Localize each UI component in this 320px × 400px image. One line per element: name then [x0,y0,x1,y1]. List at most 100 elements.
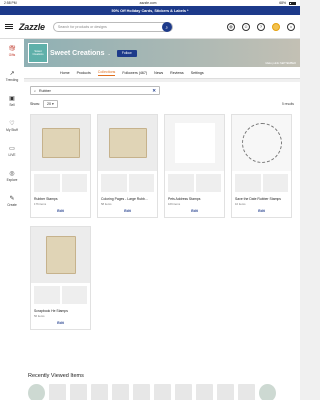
edit-link[interactable]: Edit [98,207,157,217]
recent-item[interactable] [49,384,66,400]
recent-item[interactable] [112,384,129,400]
recent-item[interactable] [196,384,213,400]
avatar[interactable] [272,22,280,31]
collection-cover[interactable] [31,227,90,283]
thumb-image [168,174,194,192]
show-label: Show: [30,102,40,106]
store-logo[interactable]: Sweet Creations [28,43,48,63]
sell-icon: ▣ [9,95,15,102]
thumb-image [101,174,127,192]
left-sidebar: 🎁︎ Gifts ↗ Trending ▣ Sell ♡ My Stuff ▭ … [0,39,24,400]
recent-item[interactable] [91,384,108,400]
my-stuff-icon: ♡ [9,120,15,127]
collection-thumbs [165,171,224,195]
recent-item[interactable] [70,384,87,400]
sidebar-item-live[interactable]: ▭ LIVE [0,139,24,164]
menu-icon[interactable] [5,23,13,30]
recent-item[interactable] [175,384,192,400]
search-icon: ⌕ [34,88,37,93]
collection-card[interactable]: Save the Date Rubber Stamps 10 items Edi… [231,114,292,218]
collection-cover[interactable] [165,115,224,171]
account-icon[interactable]: ☺ [242,22,250,31]
live-icon: ▭ [9,145,15,152]
tab-settings[interactable]: Settings [191,71,204,75]
thumb-image [262,174,288,192]
status-right: 68% [279,1,296,5]
tab-products[interactable]: Products [77,71,91,75]
chevron-down-icon[interactable]: ⌄ [107,51,110,56]
recent-item[interactable] [154,384,171,400]
collection-card[interactable]: Scrapbook He Stamps 56 items Edit [30,226,91,330]
sidebar-item-label: Create [7,203,17,208]
search-input[interactable]: Search for products or designs ⌕ [52,21,173,32]
main-area: Sweet Creations Sweet Creations ⌄ Follow… [24,39,300,400]
collection-card[interactable]: Rubber Stamps 176 items Edit [30,114,91,218]
rubber-stamp-image [45,236,76,274]
collection-card[interactable]: Coloring Pages - Large Rubb... 58 items … [97,114,158,218]
collection-cover[interactable] [31,115,90,171]
thumb-image [128,174,154,192]
tab-news[interactable]: News [154,71,163,75]
results-count: 5 results [281,102,294,106]
edit-link[interactable]: Edit [232,207,291,217]
collection-cover[interactable] [232,115,291,171]
edit-link[interactable]: Edit [31,319,90,329]
thumb-image [195,174,221,192]
sidebar-item-create[interactable]: ✎ Create [0,189,24,214]
search-icon[interactable]: ⌕ [161,22,172,32]
help-icon[interactable]: ? [257,22,265,31]
sidebar-item-gifts[interactable]: 🎁︎ Gifts [0,39,24,64]
edit-link[interactable]: Edit [31,207,90,217]
thumb-image [61,286,87,304]
collection-thumbs [232,171,291,195]
sidebar-item-my-stuff[interactable]: ♡ My Stuff [0,114,24,139]
trending-icon: ↗ [9,70,15,77]
collection-card[interactable]: Pets Address Stamps 169 items Edit [164,114,225,218]
store-tabs: Home Products Collections Followers (467… [24,67,300,79]
address-stamp-print [174,123,215,163]
clear-icon[interactable]: ✕ [152,88,156,94]
follow-button[interactable]: Follow [116,49,137,57]
tab-home[interactable]: Home [60,71,70,75]
recently-viewed-row [28,384,300,400]
globe-icon[interactable]: ◍ [227,22,235,31]
collections-grid: Rubber Stamps 176 items Edit Coloring Pa… [30,114,294,330]
rubber-stamp-image [108,128,147,158]
battery-icon [289,1,296,5]
collection-filter-input[interactable]: ⌕ Rubber ✕ [30,86,160,95]
thumb-image [235,174,261,192]
sidebar-item-explore[interactable]: ◎ Explore [0,164,24,189]
recent-item[interactable] [28,384,45,400]
tab-followers[interactable]: Followers (467) [122,71,147,75]
recent-item[interactable] [133,384,150,400]
site-header: Zazzle Search for products or designs ⌕ … [0,15,300,39]
thumb-image [34,174,60,192]
gift-icon: 🎁︎ [8,45,16,52]
sidebar-item-sell[interactable]: ▣ Sell [0,89,24,114]
recent-item[interactable] [238,384,255,400]
sidebar-item-label: Trending [5,78,19,83]
page-size-select[interactable]: 20 ▾ [43,100,58,108]
header-icons: ◍ ☺ ? ⌂ [227,22,295,31]
zazzle-logo[interactable]: Zazzle [19,22,45,32]
store-banner: Sweet Creations Sweet Creations ⌄ Follow… [24,39,300,67]
create-icon: ✎ [9,195,15,202]
edit-link[interactable]: Edit [165,207,224,217]
sidebar-item-label: Sell [9,103,15,108]
sidebar-item-label: Gifts [8,53,16,58]
sidebar-item-trending[interactable]: ↗ Trending [0,64,24,89]
store-name[interactable]: Sweet Creations [50,50,104,57]
recent-item[interactable] [217,384,234,400]
recent-item[interactable] [259,384,276,400]
sidebar-item-label: Explore [6,178,18,183]
promo-banner[interactable]: 50% Off Holiday Cards, Stickers & Labels… [0,6,300,15]
sidebar-item-label: LIVE [8,153,16,158]
status-time: 2:58 PM [4,1,17,5]
cart-icon[interactable]: ⌂ [287,22,295,31]
search-placeholder: Search for products or designs [57,24,107,29]
page-size-value: 20 [47,102,51,106]
collection-cover[interactable] [98,115,157,171]
tab-reviews[interactable]: Reviews [170,71,184,75]
tab-collections[interactable]: Collections [97,70,116,76]
collection-thumbs [98,171,157,195]
